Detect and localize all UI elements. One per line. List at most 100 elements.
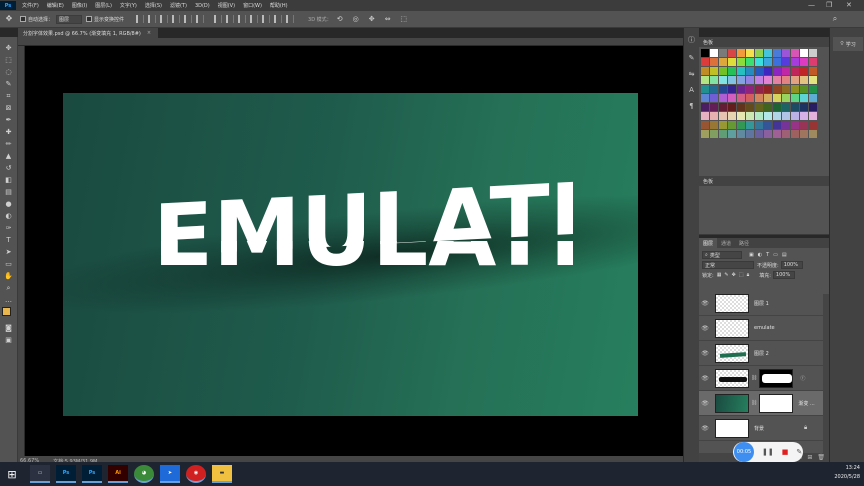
color-swatch[interactable] — [791, 112, 799, 120]
color-swatch[interactable] — [773, 76, 781, 84]
more-tools-icon[interactable]: … — [4, 295, 14, 305]
color-swatch[interactable] — [773, 112, 781, 120]
color-swatch[interactable] — [710, 112, 718, 120]
show-transform-checkbox[interactable] — [86, 16, 93, 22]
taskbar-app-wechat-icon[interactable]: ◕ — [134, 465, 154, 483]
taskbar-app-photoshop-1[interactable]: Ps — [56, 465, 76, 483]
brush-tool-icon[interactable]: ✏ — [4, 139, 14, 149]
menu-select[interactable]: 选择(S) — [141, 2, 166, 9]
align-bottom-icon[interactable] — [160, 15, 169, 23]
color-swatch[interactable] — [710, 94, 718, 102]
quick-mask-icon[interactable]: ◙ — [4, 323, 14, 333]
tab-channels[interactable]: 通道 — [717, 240, 735, 247]
brush-settings-icon[interactable]: ✎ — [688, 54, 696, 62]
screen-mode-icon[interactable]: ▣ — [4, 335, 14, 345]
color-swatch[interactable] — [719, 49, 727, 57]
color-swatch[interactable] — [800, 103, 808, 111]
menu-3d[interactable]: 3D(D) — [191, 3, 214, 9]
clone-stamp-tool-icon[interactable]: ▲ — [4, 151, 14, 161]
color-swatch[interactable] — [782, 67, 790, 75]
color-swatch[interactable] — [809, 85, 817, 93]
color-swatch[interactable] — [791, 67, 799, 75]
new-layer-icon[interactable]: ⊞ — [807, 454, 812, 461]
color-swatch[interactable] — [701, 49, 709, 57]
paragraph-icon[interactable]: ¶ — [688, 102, 696, 110]
layer-row-shadow[interactable]: 👁︎ ⛓︎ ⓕ — [699, 366, 823, 391]
info-icon[interactable]: ⓘ — [688, 36, 696, 44]
color-swatch[interactable] — [746, 112, 754, 120]
visibility-eye-icon[interactable]: 👁︎ — [699, 375, 711, 382]
color-swatch[interactable] — [782, 49, 790, 57]
layer-row-background[interactable]: 👁︎ 背景 🔒︎ — [699, 416, 823, 441]
color-swatch[interactable] — [701, 112, 709, 120]
color-swatch[interactable] — [755, 85, 763, 93]
color-swatch[interactable] — [773, 67, 781, 75]
lock-position-icon[interactable]: ✥ — [732, 272, 736, 278]
color-swatch[interactable] — [791, 103, 799, 111]
color-swatch[interactable] — [719, 103, 727, 111]
color-swatch[interactable] — [755, 103, 763, 111]
color-swatch[interactable] — [728, 85, 736, 93]
color-swatch[interactable] — [755, 121, 763, 129]
visibility-eye-icon[interactable]: 👁︎ — [699, 325, 711, 332]
fill-input[interactable]: 100% — [772, 271, 795, 279]
align-left-icon[interactable] — [172, 15, 181, 23]
visibility-eye-icon[interactable]: 👁︎ — [699, 425, 711, 432]
color-swatch[interactable] — [719, 130, 727, 138]
color-swatch[interactable] — [764, 58, 772, 66]
filter-type-icon[interactable]: T — [766, 252, 769, 258]
close-tab-icon[interactable]: × — [147, 30, 151, 36]
color-swatch[interactable] — [800, 112, 808, 120]
color-swatch[interactable] — [719, 67, 727, 75]
color-swatch[interactable] — [719, 112, 727, 120]
3d-slide-icon[interactable]: ⇔ — [383, 14, 393, 24]
system-tray[interactable]: 13:24 2020/5/28 — [834, 464, 860, 482]
color-swatch[interactable] — [755, 67, 763, 75]
color-swatch[interactable] — [809, 112, 817, 120]
layer-name[interactable]: 图层 1 — [754, 300, 769, 307]
menu-view[interactable]: 视图(V) — [214, 2, 239, 9]
color-swatch[interactable] — [746, 85, 754, 93]
color-swatch[interactable] — [782, 112, 790, 120]
color-swatch[interactable] — [764, 85, 772, 93]
distribute-right-icon[interactable] — [274, 15, 283, 23]
color-swatch[interactable] — [701, 67, 709, 75]
align-top-icon[interactable] — [136, 15, 145, 23]
color-swatch[interactable] — [809, 76, 817, 84]
layer-name[interactable]: emulate — [754, 325, 775, 331]
color-swatch[interactable] — [710, 49, 718, 57]
menu-help[interactable]: 帮助(H) — [266, 2, 292, 9]
color-swatch[interactable] — [719, 121, 727, 129]
menu-image[interactable]: 图像(I) — [68, 2, 91, 9]
color-swatch[interactable] — [773, 94, 781, 102]
color-swatch[interactable] — [809, 49, 817, 57]
taskbar-app-netease-music-icon[interactable]: ◉ — [186, 465, 206, 483]
delete-layer-icon[interactable]: 🗑︎ — [817, 454, 825, 461]
chain-link-icon[interactable]: ⛓︎ — [751, 400, 757, 406]
layer-row-gradient-fill[interactable]: 👁︎ ⛓︎ 渐变 ... — [699, 391, 823, 416]
color-swatch[interactable] — [746, 103, 754, 111]
color-swatch[interactable] — [728, 130, 736, 138]
auto-select-checkbox[interactable] — [20, 16, 26, 22]
color-swatch[interactable] — [755, 76, 763, 84]
color-swatch[interactable] — [737, 58, 745, 66]
color-swatch[interactable] — [809, 58, 817, 66]
filter-adjust-icon[interactable]: ◐ — [758, 252, 762, 258]
color-swatch[interactable] — [746, 76, 754, 84]
color-swatch[interactable] — [809, 67, 817, 75]
color-swatch[interactable] — [737, 67, 745, 75]
chain-link-icon[interactable]: ⛓︎ — [751, 375, 757, 381]
taskbar-app-explorer[interactable]: ▭ — [30, 465, 50, 483]
align-right-icon[interactable] — [196, 15, 205, 23]
layer-name[interactable]: 渐变 ... — [798, 400, 814, 407]
menu-window[interactable]: 窗口(W) — [239, 2, 266, 9]
color-swatch[interactable] — [701, 58, 709, 66]
color-swatch[interactable] — [737, 112, 745, 120]
color-swatch[interactable] — [809, 130, 817, 138]
color-swatch[interactable] — [701, 76, 709, 84]
color-swatch[interactable] — [728, 103, 736, 111]
artboard[interactable]: EMULATE EMULATE — [63, 93, 638, 416]
type-tool-icon[interactable]: T — [4, 235, 14, 245]
color-swatch[interactable] — [791, 130, 799, 138]
character-icon[interactable]: A — [688, 86, 696, 94]
